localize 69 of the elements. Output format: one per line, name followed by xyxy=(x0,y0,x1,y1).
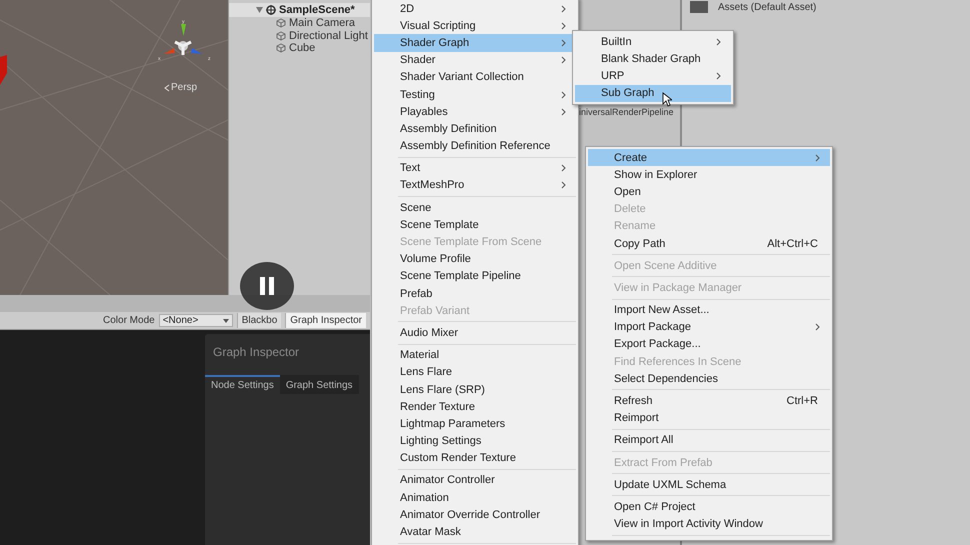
menu-item[interactable]: Copy Path Alt+Ctrl+C xyxy=(588,234,830,252)
menu-item[interactable]: Open xyxy=(588,183,830,201)
color-mode-label: Color Mode xyxy=(103,315,155,326)
menu-item[interactable]: Custom Render Texture xyxy=(374,450,576,467)
menu-item[interactable]: Assembly Definition Reference xyxy=(374,138,576,155)
menu-item[interactable]: Import Package xyxy=(588,318,830,336)
hierarchy-item[interactable]: Cube xyxy=(254,42,370,54)
menu-item[interactable]: Render Texture xyxy=(374,398,576,416)
cube-icon xyxy=(276,30,286,41)
menu-item[interactable]: Open C# Project xyxy=(588,498,830,516)
menu-item[interactable]: Sub Graph xyxy=(575,84,731,102)
menu-item[interactable]: Text xyxy=(374,160,576,177)
menu-item[interactable]: Volume Profile xyxy=(374,250,576,268)
folder-icon xyxy=(690,1,708,13)
menu-item[interactable]: Shader Variant Collection xyxy=(374,68,576,86)
mouse-cursor-icon xyxy=(662,92,672,107)
asset-label[interactable]: iniversalRenderPipeline xyxy=(579,107,674,117)
menu-item[interactable]: Scene Template xyxy=(374,216,576,234)
menu-item[interactable]: Animator Override Controller xyxy=(374,506,576,524)
menu-item[interactable]: Show in Explorer xyxy=(588,166,830,184)
color-mode-dropdown[interactable]: <None> xyxy=(158,314,233,327)
menu-item[interactable]: Lens Flare (SRP) xyxy=(374,380,576,398)
menu-item[interactable]: Material xyxy=(374,346,576,364)
menu-item[interactable]: Audio Mixer xyxy=(374,324,576,342)
expand-triangle-icon xyxy=(256,7,263,13)
caret-icon xyxy=(222,318,229,322)
menu-item[interactable]: View in Import Activity Window xyxy=(588,516,830,533)
toolbar-toggle[interactable]: Graph Inspector xyxy=(285,313,366,328)
menu-item[interactable]: Export Package... xyxy=(588,336,830,354)
menu-item[interactable]: Visual Scripting xyxy=(374,17,576,34)
menu-item[interactable]: Playables xyxy=(374,103,576,120)
menu-item[interactable]: Lighting Settings xyxy=(374,432,576,450)
toolbar-toggle[interactable]: Blackbo xyxy=(236,313,282,328)
scene-icon xyxy=(266,5,276,15)
arrow-left-icon xyxy=(164,84,170,92)
menu-item[interactable]: Prefab xyxy=(374,285,576,302)
menu-item[interactable]: Reimport All xyxy=(588,432,830,449)
menu-item[interactable]: TextMeshPro xyxy=(374,176,576,194)
menu-item[interactable]: BuiltIn xyxy=(575,33,731,50)
menu-item[interactable]: Assembly Definition xyxy=(374,120,576,138)
cube-icon xyxy=(276,18,286,28)
menu-item[interactable]: Blank Shader Graph xyxy=(575,50,731,68)
menu-item[interactable]: URP xyxy=(575,67,731,85)
menu-item[interactable]: Select Dependencies xyxy=(588,370,830,388)
menu-item[interactable]: Lightmap Parameters xyxy=(374,415,576,432)
menu-item[interactable]: Create xyxy=(588,149,830,166)
hierarchy-item[interactable]: Main Camera xyxy=(254,17,370,30)
scene-row[interactable]: SampleScene* xyxy=(229,3,370,17)
menu-item[interactable]: Refresh Ctrl+R xyxy=(588,392,830,410)
menu-item[interactable]: Shader xyxy=(374,52,576,69)
asset-header: Assets (Default Asset) xyxy=(718,2,816,12)
menu-item[interactable]: Lens Flare xyxy=(374,364,576,381)
menu-item[interactable]: 2D xyxy=(374,0,576,18)
menu-item[interactable]: Import New Asset... xyxy=(588,302,830,319)
menu-item[interactable]: Reimport xyxy=(588,410,830,427)
hierarchy-item[interactable]: Directional Light xyxy=(254,30,370,42)
pause-icon xyxy=(260,277,274,295)
cube-icon xyxy=(276,43,286,54)
menu-item[interactable]: Animation xyxy=(374,489,576,506)
persp-label: Persp xyxy=(171,82,198,93)
tab[interactable]: Graph Settings xyxy=(280,375,359,394)
menu-item[interactable]: Avatar Mask xyxy=(374,523,576,541)
menu-item[interactable]: Scene xyxy=(374,199,576,216)
menu-item[interactable]: Animator Controller xyxy=(374,472,576,490)
menu-item[interactable]: Update UXML Schema xyxy=(588,476,830,494)
menu-item[interactable]: Scene Template Pipeline xyxy=(374,268,576,285)
panel-title: Graph Inspector xyxy=(212,344,300,361)
cube-drawing xyxy=(0,55,8,85)
menu-item[interactable]: Testing xyxy=(374,86,576,104)
